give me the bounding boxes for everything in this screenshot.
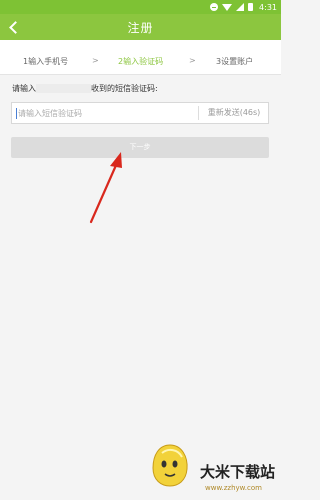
text-cursor <box>16 108 17 119</box>
watermark-logo-icon <box>152 444 188 487</box>
status-time: 4:31 <box>259 2 277 12</box>
step-1-label: 1输入手机号 <box>23 57 69 66</box>
annotation-arrow <box>89 152 122 224</box>
step-2-label: 2输入验证码 <box>118 57 164 66</box>
next-button[interactable]: 下一步 <box>11 137 269 158</box>
code-prompt: 请输入 收到的短信验证码: <box>12 83 158 94</box>
app-bar: 注册 <box>0 14 281 40</box>
prompt-suffix: 收到的短信验证码: <box>91 84 158 93</box>
resend-button[interactable]: 重新发送(46s) <box>199 103 269 123</box>
battery-icon <box>248 3 254 11</box>
step-arrow-icon: > <box>92 56 99 65</box>
page-title: 注册 <box>127 21 154 35</box>
do-not-disturb-icon <box>210 3 219 11</box>
masked-phone-number <box>36 84 91 93</box>
step-indicator: 1输入手机号 > 2输入验证码 > 3设置账户 <box>0 40 281 75</box>
status-bar: 4:31 <box>0 0 281 14</box>
watermark-site: www.zzhyw.com <box>205 484 262 492</box>
code-input-row: 重新发送(46s) <box>11 102 269 124</box>
step-3-label: 3设置账户 <box>216 57 254 66</box>
code-input[interactable] <box>18 103 194 123</box>
signal-icon <box>236 3 245 11</box>
watermark-brand: 大米下载站 <box>200 463 276 481</box>
prompt-prefix: 请输入 <box>12 84 36 93</box>
wifi-icon <box>222 3 233 11</box>
step-arrow-icon: > <box>189 56 196 65</box>
